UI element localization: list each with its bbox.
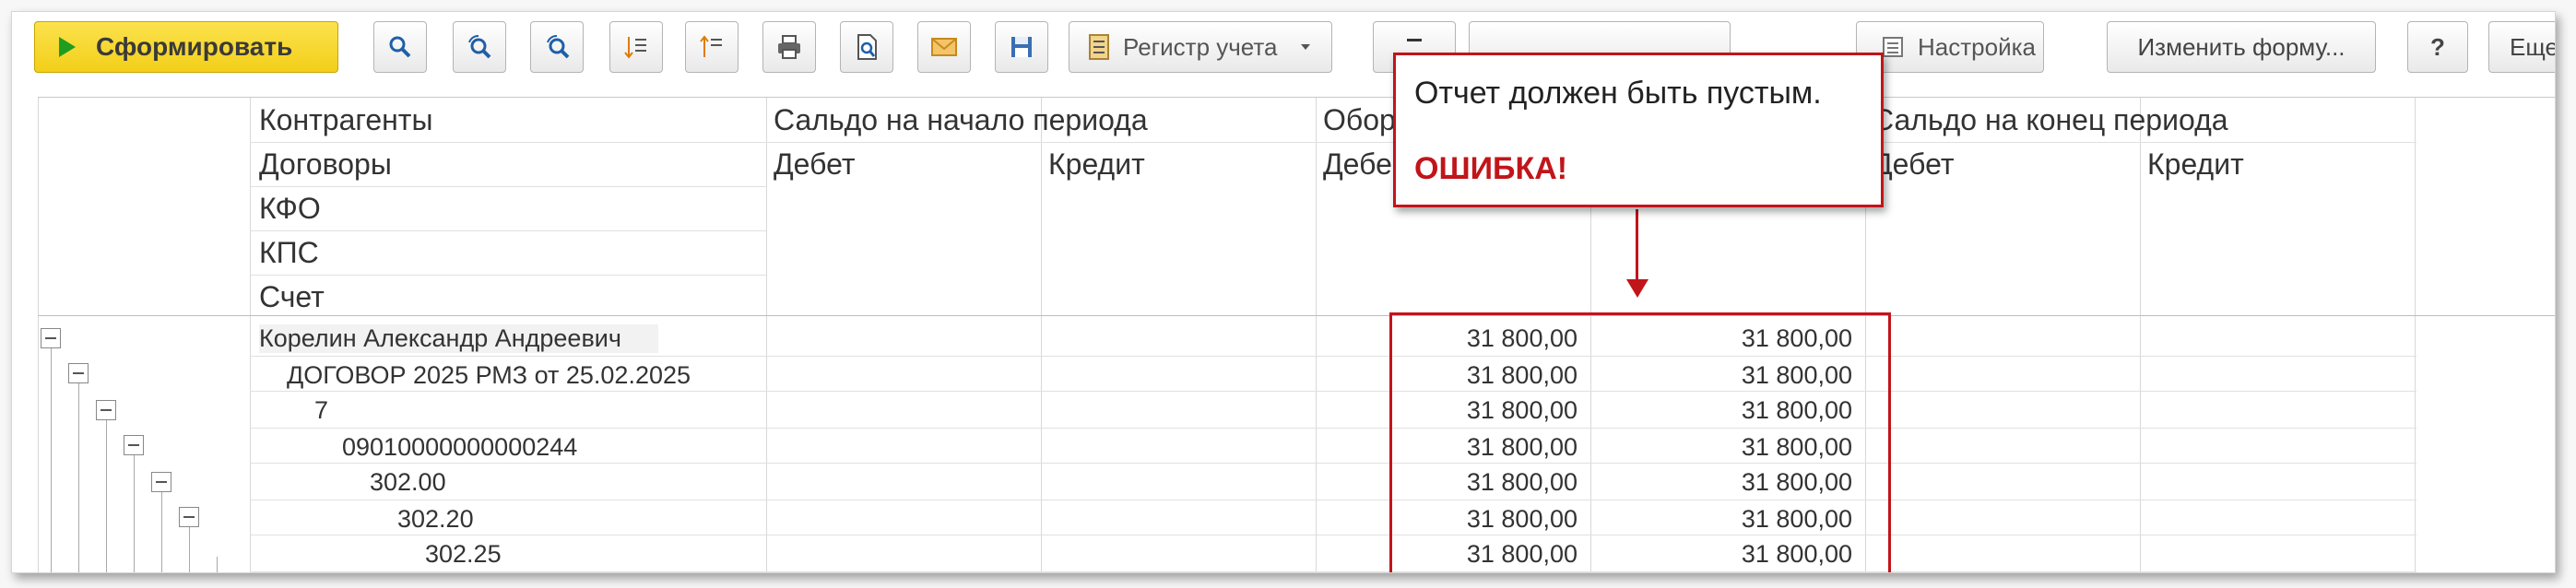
header-kfo: КФО <box>259 192 321 225</box>
row-label[interactable]: Корелин Александр Андреевич <box>259 324 658 353</box>
search-prev-icon <box>547 35 570 59</box>
more-button[interactable]: Еще <box>2488 21 2556 73</box>
collapse-row-toggle[interactable] <box>124 435 144 455</box>
annotation-arrow <box>1636 209 1638 283</box>
collapse-row-toggle[interactable] <box>96 400 116 420</box>
collapse-row-toggle[interactable] <box>151 472 171 492</box>
chevron-down-icon <box>1301 44 1311 50</box>
header-closing-balance: Сальдо на конец периода <box>1873 103 2228 136</box>
collapse-row-toggle[interactable] <box>41 328 61 348</box>
generate-button[interactable]: Сформировать <box>34 21 338 73</box>
registry-label: Регистр учета <box>1123 32 1278 61</box>
print-button[interactable] <box>762 21 816 73</box>
search-prev-button[interactable] <box>530 21 584 73</box>
search-next-button[interactable] <box>453 21 506 73</box>
report-table: Контрагенты Договоры КФО КПС Счет Сальдо… <box>38 97 2555 572</box>
header-opening-balance: Сальдо на начало периода <box>774 103 1148 136</box>
expand-groups-button[interactable] <box>609 21 663 73</box>
settings-icon <box>1883 37 1903 57</box>
registry-dropdown[interactable]: Регистр учета <box>1069 21 1332 73</box>
collapse-row-toggle[interactable] <box>179 507 199 527</box>
search-next-icon <box>468 35 491 59</box>
collapse-row-toggle[interactable] <box>68 363 89 383</box>
change-form-label: Изменить форму... <box>2137 32 2346 61</box>
generate-label: Сформировать <box>96 32 293 61</box>
save-button[interactable] <box>995 21 1048 73</box>
arrow-down-icon <box>1626 279 1648 298</box>
header-opening-credit: Кредит <box>1048 147 1145 181</box>
header-contractors: Контрагенты <box>259 103 433 136</box>
toolbar: Сформировать Регистр учета Настройка Изм… <box>12 12 2555 97</box>
more-label: Еще <box>2510 32 2556 61</box>
collapse-groups-button[interactable] <box>685 21 739 73</box>
email-button[interactable] <box>917 21 971 73</box>
help-button[interactable]: ? <box>2407 21 2468 73</box>
header-account: Счет <box>259 280 325 313</box>
search-icon <box>389 36 411 58</box>
settings-button[interactable]: Настройка <box>1856 21 2044 73</box>
header-opening-debit: Дебет <box>774 147 856 181</box>
error-highlight-box <box>1389 312 1891 572</box>
print-icon <box>778 35 800 59</box>
row-label[interactable]: 7 <box>314 396 328 425</box>
collapse-groups-icon <box>700 35 722 57</box>
header-closing-debit: Дебет <box>1873 147 1955 181</box>
callout-error: ОШИБКА! <box>1414 151 1568 186</box>
header-turnover: Обор <box>1323 103 1396 136</box>
preview-button[interactable] <box>840 21 893 73</box>
expand-groups-icon <box>624 37 646 59</box>
preview-icon <box>857 34 877 60</box>
header-turnover-debit: Дебе <box>1323 147 1392 181</box>
row-label[interactable]: 302.25 <box>425 540 502 569</box>
header-kps: КПС <box>259 236 319 269</box>
play-icon <box>59 37 76 57</box>
help-label: ? <box>2430 32 2445 61</box>
row-label[interactable]: 302.00 <box>370 468 446 497</box>
registry-icon <box>1089 34 1109 60</box>
error-callout: Отчет должен быть пустым. ОШИБКА! <box>1393 53 1884 207</box>
search-button[interactable] <box>373 21 427 73</box>
report-window: Сформировать Регистр учета Настройка Изм… <box>11 11 2556 573</box>
settings-label: Настройка <box>1918 32 2036 61</box>
row-label[interactable]: 302.20 <box>397 505 474 534</box>
header-contracts: Договоры <box>259 147 392 181</box>
row-label[interactable]: ДОГОВОР 2025 РМЗ от 25.02.2025 <box>287 361 691 390</box>
row-label[interactable]: 09010000000000244 <box>342 433 577 462</box>
change-form-button[interactable]: Изменить форму... <box>2107 21 2376 73</box>
header-closing-credit: Кредит <box>2147 147 2244 181</box>
callout-message: Отчет должен быть пустым. <box>1414 76 1822 111</box>
save-icon <box>1011 37 1032 57</box>
email-icon <box>931 38 957 56</box>
